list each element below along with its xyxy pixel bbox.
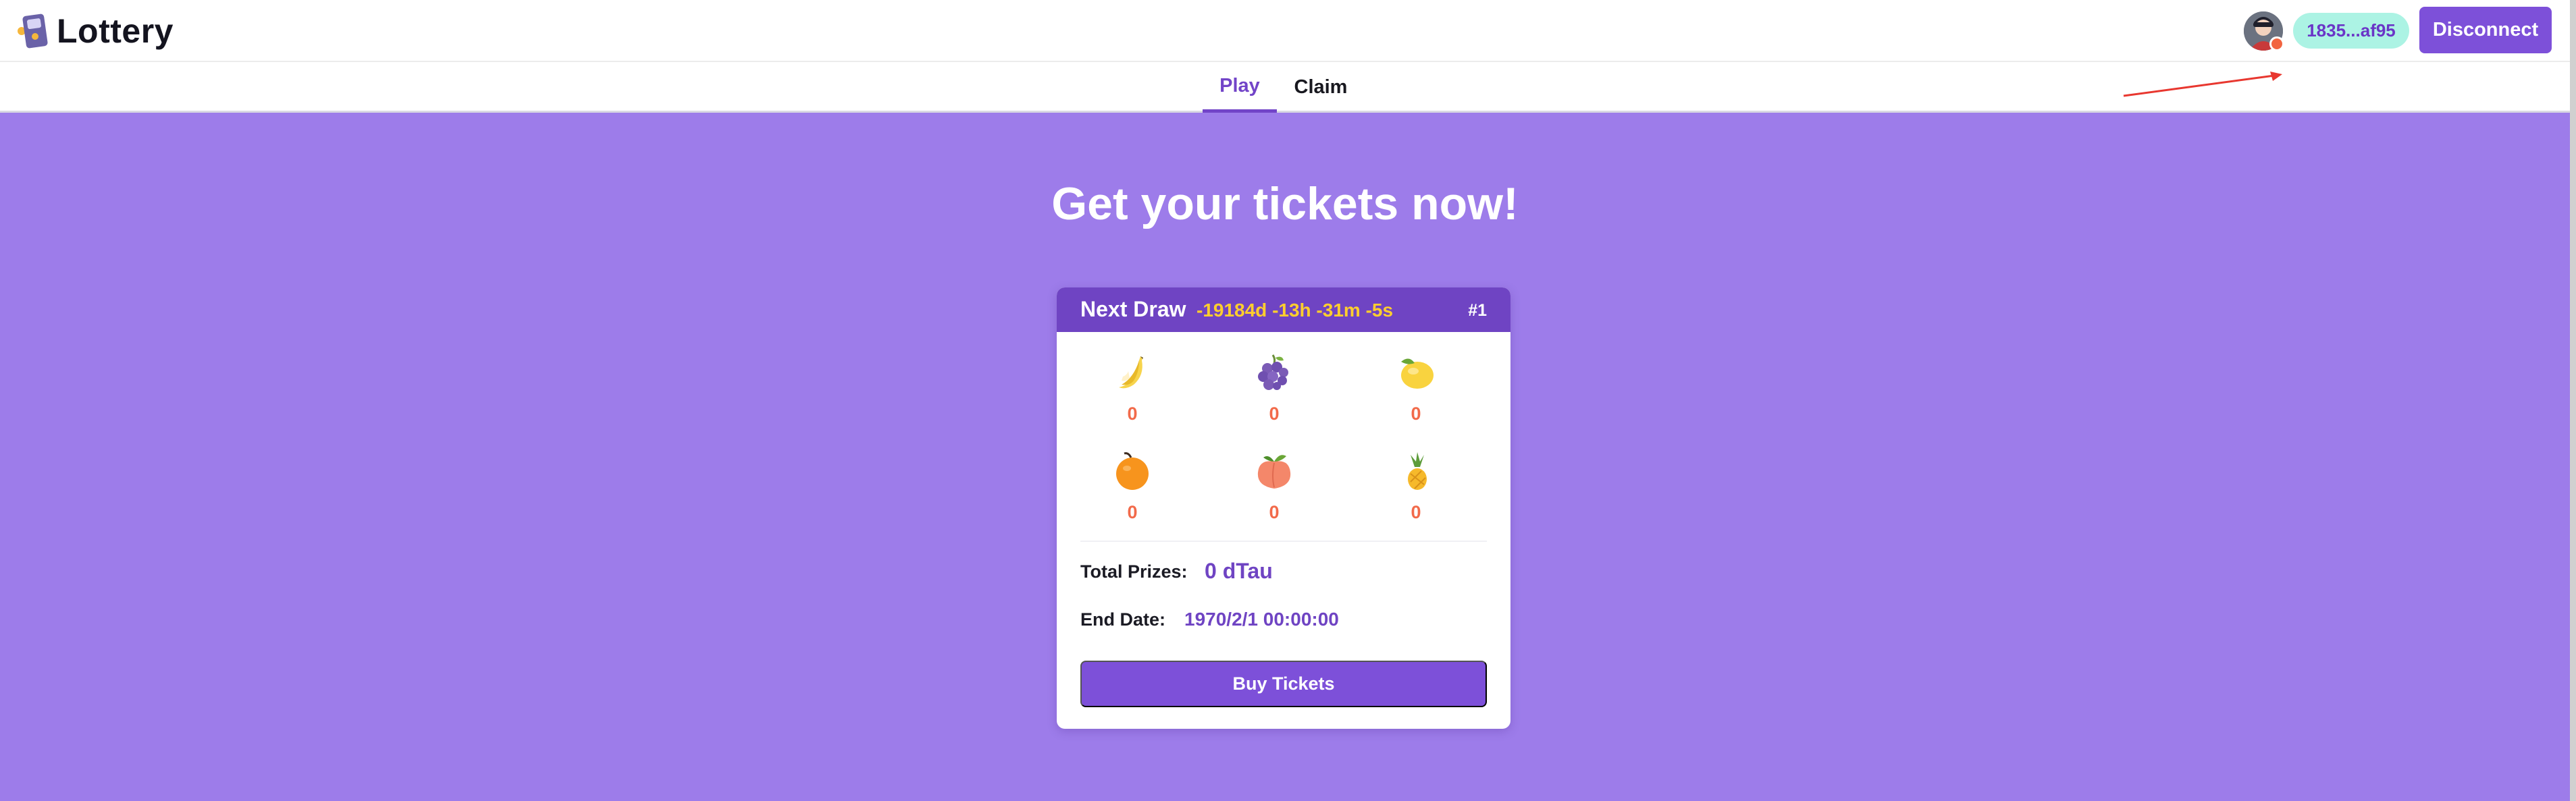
peach-icon bbox=[1257, 455, 1291, 489]
hero-title: Get your tickets now! bbox=[1051, 178, 1519, 229]
annotation-arrow bbox=[2123, 72, 2282, 97]
fruit-lemon: 0 bbox=[1375, 351, 1456, 432]
lemon-count: 0 bbox=[1411, 404, 1421, 424]
end-date-label: End Date: bbox=[1080, 609, 1166, 630]
buy-tickets-button[interactable]: Buy Tickets bbox=[1080, 661, 1487, 707]
grapes-icon bbox=[1258, 354, 1288, 390]
app-logo[interactable]: Lottery bbox=[15, 11, 174, 51]
top-bar: Lottery 1835...af95 Disconnect bbox=[0, 0, 2576, 62]
orange-icon bbox=[1116, 452, 1149, 490]
peach-count: 0 bbox=[1269, 502, 1280, 522]
orange-count: 0 bbox=[1127, 502, 1138, 522]
pineapple-count: 0 bbox=[1411, 502, 1421, 522]
connection-status-dot bbox=[2269, 36, 2284, 51]
fruit-pineapple: 0 bbox=[1375, 449, 1456, 530]
lemon-icon bbox=[1401, 358, 1434, 389]
end-date-value: 1970/2/1 00:00:00 bbox=[1184, 609, 1339, 630]
grapes-count: 0 bbox=[1269, 404, 1280, 424]
draw-countdown: -19184d -13h -31m -5s bbox=[1197, 300, 1394, 321]
card-header: Next Draw -19184d -13h -31m -5s #1 bbox=[1057, 287, 1510, 332]
tab-claim[interactable]: Claim bbox=[1280, 62, 1361, 113]
fruit-orange: 0 bbox=[1092, 449, 1173, 530]
fruit-grapes: 0 bbox=[1234, 351, 1315, 432]
total-prizes-value: 0 dTau bbox=[1205, 559, 1273, 583]
fruit-banana: 0 bbox=[1092, 351, 1173, 432]
hero-section: Get your tickets now! Next Draw -19184d … bbox=[0, 113, 2570, 801]
draw-number: #1 bbox=[1468, 301, 1487, 320]
banana-icon bbox=[1119, 356, 1143, 389]
banana-count: 0 bbox=[1127, 404, 1138, 424]
fruit-peach: 0 bbox=[1234, 449, 1315, 530]
wallet-address-pill[interactable]: 1835...af95 bbox=[2293, 13, 2409, 49]
pineapple-icon bbox=[1408, 452, 1427, 490]
scrollbar[interactable] bbox=[2570, 0, 2576, 801]
tab-play[interactable]: Play bbox=[1203, 62, 1277, 113]
app-title: Lottery bbox=[57, 12, 174, 50]
next-draw-card: Next Draw -19184d -13h -31m -5s #1 0 0 0… bbox=[1057, 287, 1510, 729]
lottery-ticket-icon bbox=[15, 11, 54, 51]
next-draw-label: Next Draw bbox=[1080, 297, 1186, 321]
disconnect-button[interactable]: Disconnect bbox=[2419, 7, 2552, 53]
card-divider bbox=[1080, 541, 1487, 542]
total-prizes-label: Total Prizes: bbox=[1080, 561, 1188, 582]
